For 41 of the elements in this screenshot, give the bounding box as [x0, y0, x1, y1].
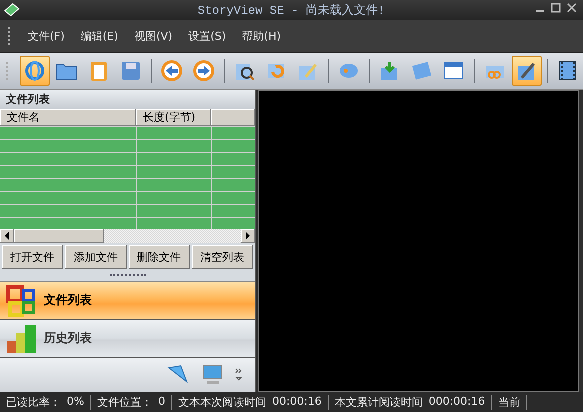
panel-title: 文件列表 — [0, 90, 255, 109]
toolbar-button[interactable] — [512, 56, 542, 86]
status-label: 文件位置： — [97, 394, 152, 410]
status-value: 00:00:16 — [272, 394, 322, 410]
scrollbar-thumb[interactable] — [14, 229, 104, 243]
menu-item[interactable]: 帮助(H) — [234, 28, 290, 44]
rings-icon — [24, 60, 46, 82]
monitor-icon[interactable] — [201, 365, 225, 385]
status-label: 文本本次阅读时间 — [178, 394, 266, 410]
film-icon — [558, 60, 578, 82]
window-icon — [443, 60, 466, 82]
status-label: 已读比率： — [6, 394, 61, 410]
nav-item[interactable]: 历史列表 — [0, 320, 255, 358]
colored-squares-icon — [6, 284, 38, 316]
bar-chart-icon — [6, 322, 38, 354]
menu-item[interactable]: 编辑(E) — [72, 28, 126, 44]
status-value: 000:00:16 — [428, 394, 486, 410]
status-label: 当前 — [498, 394, 520, 410]
file-action-button[interactable]: 添加文件 — [65, 245, 126, 269]
menu-item[interactable]: 文件(F) — [20, 28, 73, 44]
window-title: StoryView SE - 尚未载入文件! — [198, 2, 386, 18]
file-action-button[interactable]: 清空列表 — [192, 245, 253, 269]
file-action-button[interactable]: 打开文件 — [2, 245, 64, 269]
horizontal-scrollbar[interactable] — [0, 229, 255, 243]
column-header[interactable]: 长度(字节) — [136, 109, 211, 126]
nav-item[interactable]: 文件列表 — [0, 282, 255, 320]
menu-item[interactable]: 设置(S) — [180, 28, 234, 44]
status-label: 本文累计阅读时间 — [334, 394, 423, 410]
column-header[interactable] — [211, 109, 255, 126]
clipboard-icon — [90, 60, 108, 82]
left-arrow-icon[interactable] — [4, 232, 10, 240]
right-arrow-icon[interactable] — [245, 232, 251, 240]
close-icon[interactable] — [567, 3, 577, 13]
maximize-icon[interactable] — [551, 3, 561, 13]
splitter[interactable] — [0, 271, 255, 282]
file-action-button[interactable]: 删除文件 — [128, 245, 190, 269]
menu-item[interactable]: 视图(V) — [126, 28, 181, 44]
status-value: 0% — [67, 394, 84, 410]
status-value: 0 — [158, 394, 166, 410]
chevron-icon[interactable] — [235, 368, 243, 382]
column-header[interactable]: 文件名 — [0, 109, 136, 126]
